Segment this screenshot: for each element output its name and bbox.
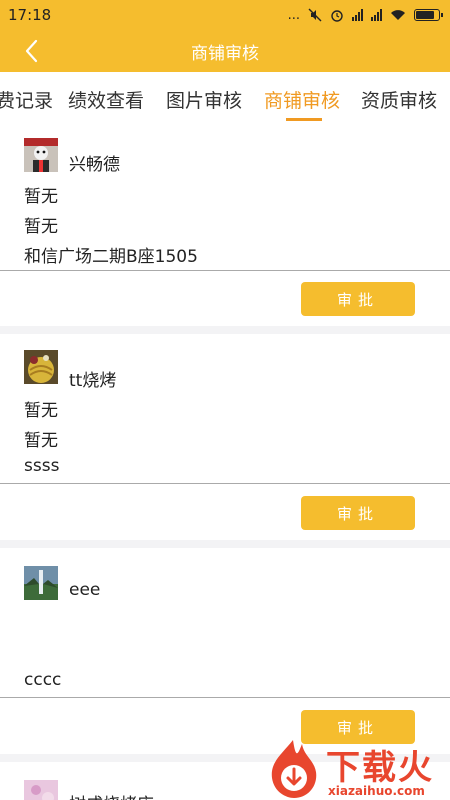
divider (0, 270, 450, 271)
shop-avatar (24, 780, 58, 800)
shop-avatar (24, 350, 58, 384)
watermark-url: xiazaihuo.com (328, 784, 425, 798)
shop-address: 和信广场二期B座1505 (24, 247, 198, 267)
active-tab-indicator (286, 118, 322, 121)
shop-info-line: 暂无 (24, 431, 58, 451)
signal-icon-2 (371, 9, 382, 21)
tab-bar: 费记录 绩效查看 图片审核 商铺审核 资质审核 (0, 72, 450, 128)
wifi-icon (391, 10, 405, 20)
divider (0, 483, 450, 484)
shop-name: 兴畅德 (69, 155, 120, 175)
shop-card: eee cccc 审批 (0, 548, 450, 754)
tab-performance[interactable]: 绩效查看 (68, 86, 144, 113)
shop-info-line: 暂无 (24, 187, 58, 207)
shop-name: 树成烧烤店 (69, 790, 154, 800)
title-bar: 商铺审核 (0, 30, 450, 72)
watermark: 下载火 xiazaihuo.com (260, 738, 450, 800)
shop-info-line: 暂无 (24, 217, 58, 237)
tab-qualification-review[interactable]: 资质审核 (361, 86, 437, 113)
tab-fee-records[interactable]: 费记录 (0, 86, 53, 113)
signal-icon (352, 9, 363, 21)
status-bar: 17:18 ... (0, 0, 450, 30)
shop-address: ssss (24, 456, 60, 476)
divider (0, 697, 450, 698)
tab-shop-review[interactable]: 商铺审核 (264, 86, 340, 113)
shop-avatar (24, 566, 58, 600)
approve-button[interactable]: 审批 (301, 282, 415, 316)
more-icon: ... (287, 7, 300, 23)
shop-card: tt烧烤 暂无 暂无 ssss 审批 (0, 334, 450, 540)
tab-image-review[interactable]: 图片审核 (166, 86, 242, 113)
status-time: 17:18 (8, 6, 52, 24)
page-title: 商铺审核 (191, 43, 259, 64)
battery-icon (414, 9, 443, 21)
watermark-text: 下载火 (326, 748, 434, 788)
flame-logo (271, 740, 317, 798)
approve-button[interactable]: 审批 (301, 496, 415, 530)
shop-address: cccc (24, 670, 62, 690)
alarm-icon (331, 10, 343, 22)
status-icons: ... (287, 7, 443, 23)
shop-name: tt烧烤 (69, 371, 117, 391)
shop-info-line: 暂无 (24, 401, 58, 421)
shop-avatar (24, 138, 58, 172)
shop-name: eee (69, 580, 101, 600)
shop-card: 兴畅德 暂无 暂无 和信广场二期B座1505 审批 (0, 128, 450, 326)
mute-icon (308, 8, 322, 22)
back-arrow-icon[interactable] (18, 36, 48, 66)
